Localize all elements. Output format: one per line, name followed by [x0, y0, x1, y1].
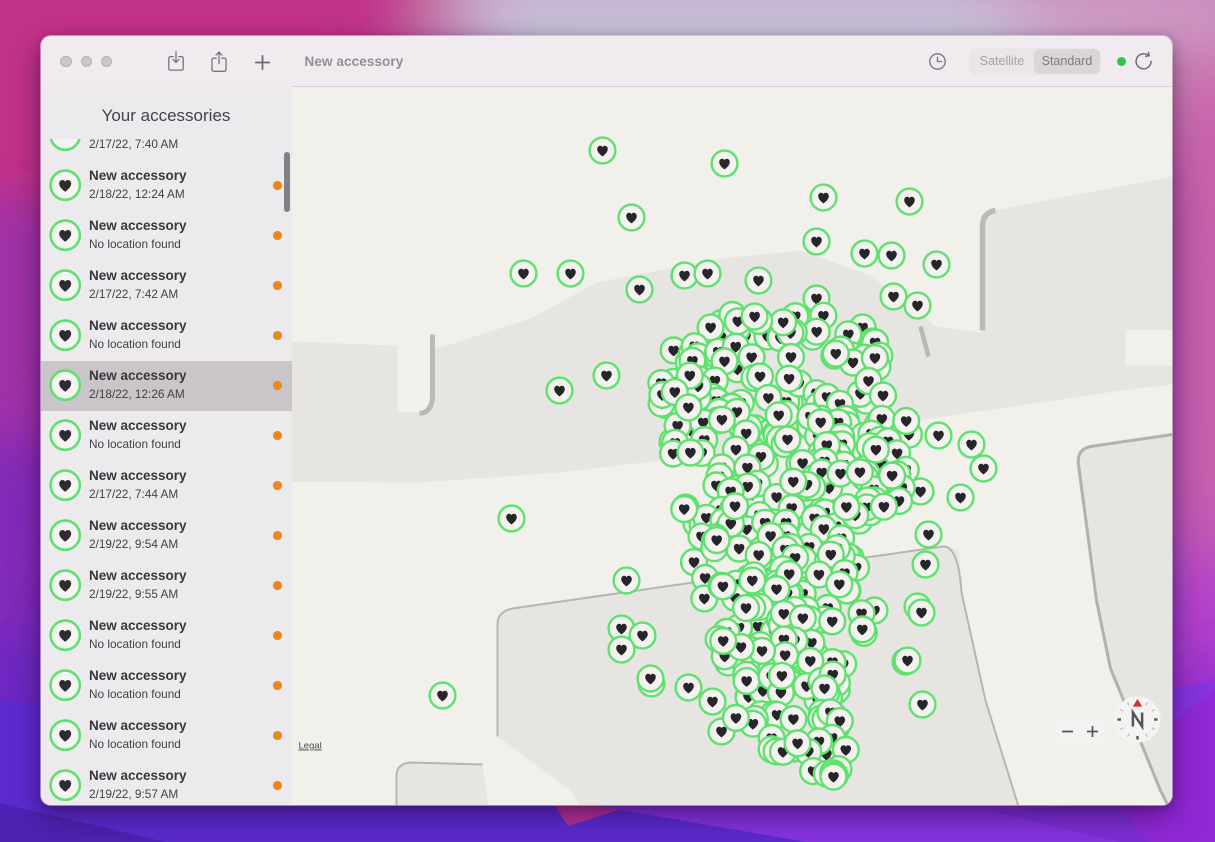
- svg-text:Legal: Legal: [298, 740, 321, 751]
